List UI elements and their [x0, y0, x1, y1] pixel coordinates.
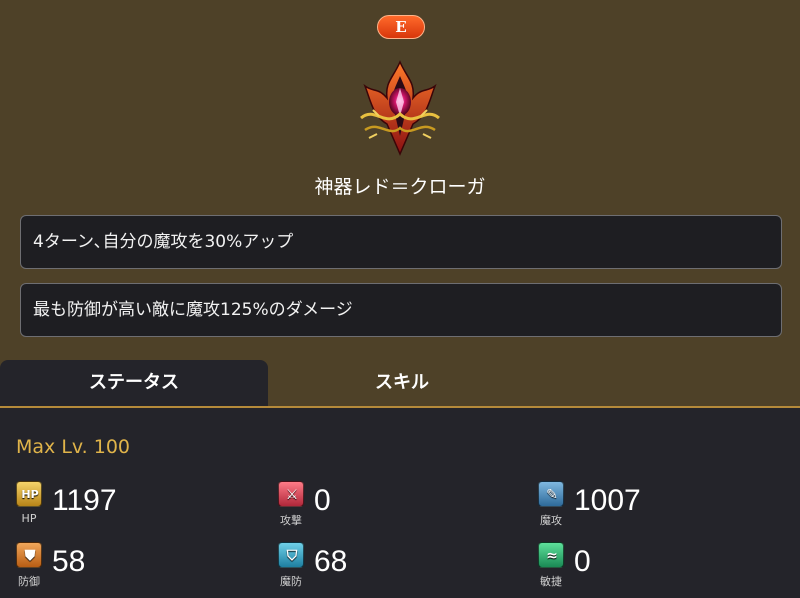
stat-attack: ⚔ 攻撃 0 [278, 481, 478, 529]
artifact-name: 神器レド＝クローガ [314, 176, 486, 198]
tab-status[interactable]: ステータス [0, 360, 268, 406]
stat-label: 攻撃 [280, 514, 302, 527]
stat-magic-attack: ✎ 魔攻 1007 [538, 481, 738, 529]
artifact-header: E 神器レド＝クローガ 4ターン､自分の魔攻を30%アップ 最も防御が高い敵に魔… [0, 0, 800, 358]
status-panel: Max Lv. 100 HP HP 1197 ⚔ 攻撃 0 ✎ 魔攻 1007 … [0, 406, 800, 598]
stat-value: 68 [314, 545, 348, 578]
stat-value: 0 [314, 484, 331, 517]
stat-label: HP [21, 512, 37, 525]
stat-agility: ≈ 敏捷 0 [538, 542, 738, 590]
shield-icon: ⛊ [16, 542, 42, 568]
wand-icon: ✎ [538, 481, 564, 507]
tab-skill[interactable]: スキル [268, 360, 536, 406]
artifact-effect-1: 4ターン､自分の魔攻を30%アップ [20, 215, 782, 269]
stat-value: 0 [574, 545, 591, 578]
stat-label: 魔攻 [540, 514, 562, 527]
max-level-label: Max Lv. 100 [16, 436, 131, 458]
stat-value: 1007 [574, 484, 641, 517]
magic-shield-icon: ⛉ [278, 542, 304, 568]
wind-icon: ≈ [538, 542, 564, 568]
stat-label: 魔防 [280, 575, 302, 588]
crimson-flame-crest-icon [360, 60, 440, 156]
artifact-effect-2: 最も防御が高い敵に魔攻125%のダメージ [20, 283, 782, 337]
stat-label: 敏捷 [540, 575, 562, 588]
tab-bar: ステータス スキル [0, 360, 800, 406]
sword-icon: ⚔ [278, 481, 304, 507]
stat-defense: ⛊ 防御 58 [16, 542, 216, 590]
grade-badge: E [377, 15, 425, 39]
hp-icon: HP [16, 481, 42, 507]
stat-value: 58 [52, 545, 86, 578]
stat-hp: HP HP 1197 [16, 481, 216, 529]
stat-magic-defense: ⛉ 魔防 68 [278, 542, 478, 590]
stat-value: 1197 [52, 484, 117, 517]
stat-label: 防御 [18, 575, 40, 588]
